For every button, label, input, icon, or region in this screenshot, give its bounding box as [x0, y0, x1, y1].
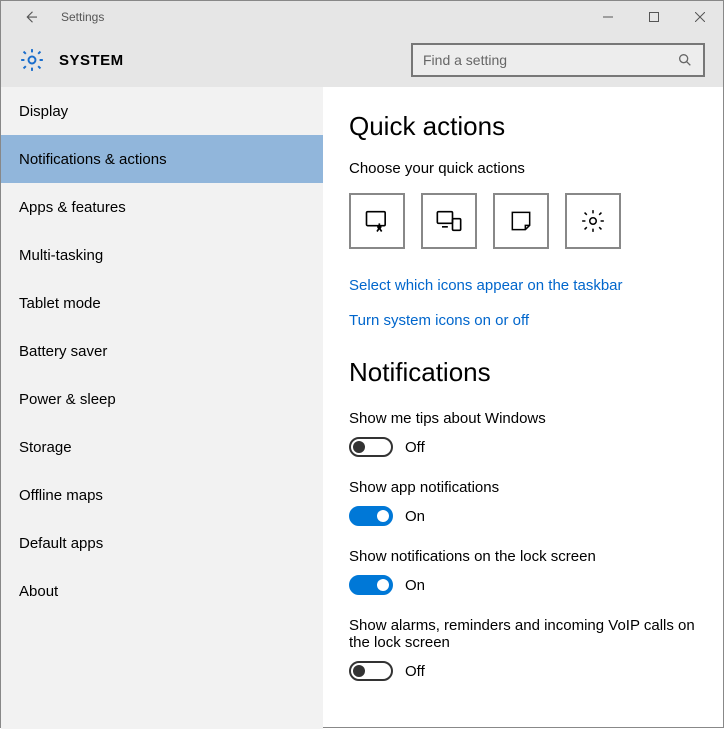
window-controls [585, 1, 723, 33]
page-title: SYSTEM [59, 52, 124, 69]
link-taskbar-icons[interactable]: Select which icons appear on the taskbar [349, 277, 699, 294]
toggle-alarms: Show alarms, reminders and incoming VoIP… [349, 617, 699, 681]
note-icon [508, 208, 534, 234]
search-icon [677, 52, 693, 68]
search-wrapper [411, 43, 705, 77]
sidebar-item-power[interactable]: Power & sleep [1, 375, 323, 423]
minimize-button[interactable] [585, 1, 631, 33]
toggle-lockscreen-notifications: Show notifications on the lock screen On [349, 548, 699, 595]
toggle-label: Show notifications on the lock screen [349, 548, 699, 565]
sidebar-item-label: Power & sleep [19, 391, 116, 408]
close-button[interactable] [677, 1, 723, 33]
quick-actions-caption: Choose your quick actions [349, 160, 699, 177]
toggle-state: On [405, 508, 425, 525]
close-icon [695, 12, 705, 22]
content: Quick actions Choose your quick actions … [323, 87, 723, 729]
arrow-left-icon [22, 8, 40, 26]
sidebar-item-storage[interactable]: Storage [1, 423, 323, 471]
sidebar-item-maps[interactable]: Offline maps [1, 471, 323, 519]
settings-gear-icon [19, 47, 45, 73]
sidebar-item-notifications[interactable]: Notifications & actions [1, 135, 323, 183]
layout: Display Notifications & actions Apps & f… [1, 87, 723, 729]
quick-action-tile-2[interactable] [493, 193, 549, 249]
toggle-label: Show app notifications [349, 479, 699, 496]
toggle-state: Off [405, 663, 425, 680]
gear-icon [580, 208, 606, 234]
toggle-state: Off [405, 439, 425, 456]
notifications-heading: Notifications [349, 357, 699, 388]
quick-action-tile-1[interactable] [421, 193, 477, 249]
toggle-tips: Show me tips about Windows Off [349, 410, 699, 457]
sidebar-item-about[interactable]: About [1, 567, 323, 615]
maximize-icon [649, 12, 659, 22]
sidebar: Display Notifications & actions Apps & f… [1, 87, 323, 729]
sidebar-item-label: Multi-tasking [19, 247, 103, 264]
toggle-switch-app[interactable] [349, 506, 393, 526]
minimize-icon [603, 12, 613, 22]
link-system-icons[interactable]: Turn system icons on or off [349, 312, 699, 329]
sidebar-item-battery[interactable]: Battery saver [1, 327, 323, 375]
toggle-state: On [405, 577, 425, 594]
project-icon [435, 207, 463, 235]
search-field[interactable] [423, 52, 677, 68]
sidebar-item-label: Storage [19, 439, 72, 456]
toggle-label: Show alarms, reminders and incoming VoIP… [349, 617, 699, 651]
toggle-switch-lock[interactable] [349, 575, 393, 595]
toggle-switch-alarms[interactable] [349, 661, 393, 681]
search-input[interactable] [411, 43, 705, 77]
sidebar-item-label: Tablet mode [19, 295, 101, 312]
quick-actions-heading: Quick actions [349, 111, 699, 142]
quick-action-tile-3[interactable] [565, 193, 621, 249]
quick-actions-row [349, 193, 699, 249]
sidebar-item-display[interactable]: Display [1, 87, 323, 135]
titlebar: Settings [1, 1, 723, 33]
maximize-button[interactable] [631, 1, 677, 33]
toggle-label: Show me tips about Windows [349, 410, 699, 427]
sidebar-item-label: Notifications & actions [19, 151, 167, 168]
sidebar-item-label: Apps & features [19, 199, 126, 216]
header: SYSTEM [1, 33, 723, 87]
window-title: Settings [61, 10, 104, 24]
sidebar-item-apps[interactable]: Apps & features [1, 183, 323, 231]
toggle-app-notifications: Show app notifications On [349, 479, 699, 526]
tablet-touch-icon [363, 207, 391, 235]
sidebar-item-multitasking[interactable]: Multi-tasking [1, 231, 323, 279]
sidebar-item-defaultapps[interactable]: Default apps [1, 519, 323, 567]
sidebar-item-label: Battery saver [19, 343, 107, 360]
quick-action-tile-0[interactable] [349, 193, 405, 249]
toggle-switch-tips[interactable] [349, 437, 393, 457]
sidebar-item-label: Offline maps [19, 487, 103, 504]
sidebar-item-label: About [19, 583, 58, 600]
sidebar-item-label: Default apps [19, 535, 103, 552]
sidebar-item-tablet[interactable]: Tablet mode [1, 279, 323, 327]
back-button[interactable] [11, 1, 51, 33]
sidebar-item-label: Display [19, 103, 68, 120]
